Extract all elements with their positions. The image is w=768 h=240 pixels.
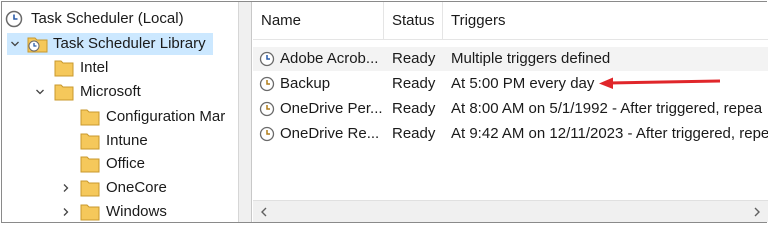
- task-name: Adobe Acrob...: [280, 50, 379, 67]
- folder-clock-icon: [27, 35, 48, 53]
- tree-item-label: Task Scheduler (Local): [31, 10, 184, 27]
- clock-icon: [5, 10, 25, 28]
- folder-icon: [54, 83, 74, 101]
- chevron-down-icon[interactable]: [7, 36, 23, 52]
- task-clock-icon: [259, 126, 275, 142]
- folder-icon: [54, 59, 74, 77]
- folder-icon: [80, 179, 100, 197]
- tree-item-onecore[interactable]: OneCore: [58, 177, 230, 199]
- scroll-right-icon[interactable]: [750, 205, 764, 219]
- chevron-right-icon[interactable]: [58, 180, 74, 196]
- folder-icon: [80, 203, 100, 221]
- chevron-down-icon[interactable]: [32, 84, 48, 100]
- tree-item-label: Microsoft: [80, 83, 141, 100]
- tree-item-label: Office: [106, 155, 145, 172]
- column-header-status[interactable]: Status: [384, 2, 443, 40]
- navigation-tree: Task Scheduler (Local) Task Scheduler Li…: [2, 2, 238, 222]
- tree-item-label: Windows: [106, 203, 167, 220]
- task-scheduler-window: Task Scheduler (Local) Task Scheduler Li…: [1, 1, 768, 223]
- folder-icon: [80, 155, 100, 173]
- task-clock-icon: [259, 51, 275, 67]
- task-triggers: Multiple triggers defined: [451, 50, 611, 67]
- task-status: Ready: [392, 100, 436, 117]
- task-name: Backup: [280, 75, 331, 92]
- task-list: Name Status Triggers Adobe Acrob... Read…: [253, 2, 768, 222]
- folder-icon: [80, 132, 100, 150]
- annotation-arrow-icon: [599, 77, 721, 89]
- tree-item-intune[interactable]: Intune: [80, 130, 230, 152]
- scroll-left-icon[interactable]: [257, 205, 271, 219]
- tree-item-windows[interactable]: Windows: [58, 201, 230, 222]
- tree-item-office[interactable]: Office: [80, 153, 230, 175]
- column-header-triggers[interactable]: Triggers: [443, 2, 768, 40]
- tree-item-intel[interactable]: Intel: [54, 57, 234, 79]
- folder-icon: [80, 108, 100, 126]
- column-header-name[interactable]: Name: [253, 2, 384, 40]
- tree-item-label: OneCore: [106, 179, 167, 196]
- task-name: OneDrive Re...: [280, 125, 380, 142]
- tree-item-configuration-manager[interactable]: Configuration Mar: [80, 106, 238, 128]
- task-status: Ready: [392, 50, 436, 67]
- tree-item-label: Intune: [106, 132, 148, 149]
- task-triggers: At 9:42 AM on 12/11/2023 - After trigger…: [451, 125, 768, 142]
- chevron-right-icon[interactable]: [58, 204, 74, 220]
- tree-item-microsoft[interactable]: Microsoft: [32, 81, 232, 103]
- task-triggers: At 8:00 AM on 5/1/1992 - After triggered…: [451, 100, 763, 117]
- tree-item-task-scheduler-library[interactable]: Task Scheduler Library: [7, 33, 213, 55]
- tree-item-label: Task Scheduler Library: [53, 35, 206, 52]
- task-name: OneDrive Per...: [280, 100, 383, 117]
- tree-item-label: Configuration Mar: [106, 108, 226, 125]
- horizontal-scrollbar[interactable]: [253, 200, 768, 222]
- list-header: Name Status Triggers: [253, 2, 768, 40]
- table-row[interactable]: OneDrive Re... Ready At 9:42 AM on 12/11…: [253, 122, 768, 146]
- task-clock-icon: [259, 76, 275, 92]
- tree-item-label: Intel: [80, 59, 109, 76]
- tree-item-task-scheduler-local[interactable]: Task Scheduler (Local): [5, 8, 237, 30]
- task-status: Ready: [392, 75, 436, 92]
- task-clock-icon: [259, 101, 275, 117]
- table-row[interactable]: Adobe Acrob... Ready Multiple triggers d…: [253, 47, 768, 71]
- task-status: Ready: [392, 125, 436, 142]
- pane-splitter[interactable]: [238, 2, 252, 222]
- table-row[interactable]: OneDrive Per... Ready At 8:00 AM on 5/1/…: [253, 97, 768, 121]
